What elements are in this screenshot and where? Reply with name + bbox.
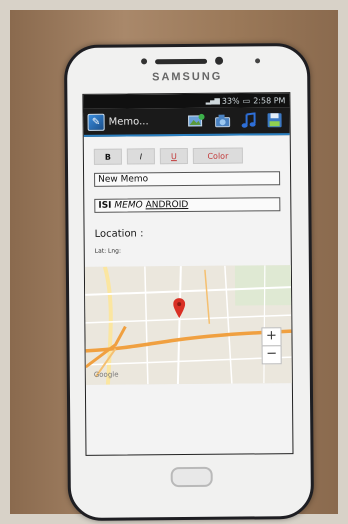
map-marker-icon[interactable] (173, 298, 186, 319)
underline-button[interactable]: U (159, 148, 188, 165)
save-floppy-icon (267, 113, 282, 128)
body-bold-text: ISI (98, 200, 112, 211)
google-attribution: Google (93, 370, 119, 379)
clock: 2:58 PM (253, 95, 286, 105)
sensor-icon (141, 58, 148, 65)
light-sensor-icon (255, 58, 261, 64)
memo-editor: B I U Color New Memo ISI MEMO ANDROID Lo… (84, 135, 292, 385)
location-heading: Location : (94, 228, 144, 240)
home-button[interactable] (170, 466, 213, 488)
earpiece-speaker (155, 58, 208, 65)
signal-icon: ▂▄▆ (205, 96, 219, 105)
save-button[interactable] (264, 110, 286, 130)
map-tiles (84, 265, 292, 385)
camera-icon (215, 114, 231, 128)
memo-body-input[interactable]: ISI MEMO ANDROID (94, 197, 281, 213)
zoom-out-button[interactable]: − (261, 345, 282, 365)
action-bar: ✎ Memo... (83, 107, 290, 137)
italic-button[interactable]: I (126, 148, 155, 165)
camera-button[interactable] (212, 111, 234, 131)
battery-icon: ▭ (242, 95, 251, 106)
phone-screen: ▂▄▆ 33% ▭ 2:58 PM ✎ Memo... B I U Color … (82, 92, 294, 456)
body-italic-text: MEMO (114, 200, 143, 211)
color-button[interactable]: Color (192, 147, 243, 164)
music-button[interactable] (238, 110, 260, 130)
memo-app-icon[interactable]: ✎ (87, 113, 105, 131)
music-note-icon (241, 112, 256, 128)
battery-percent: 33% (221, 96, 240, 106)
memo-title-input[interactable]: New Memo (94, 171, 281, 187)
body-underline-text: ANDROID (145, 200, 189, 211)
location-map[interactable]: + − Google (84, 265, 292, 385)
add-image-button[interactable] (186, 111, 208, 131)
format-toolbar: B I U Color (93, 147, 280, 165)
zoom-in-button[interactable]: + (261, 327, 282, 347)
app-title: Memo... (108, 115, 149, 128)
device-brand: SAMSUNG (152, 70, 223, 84)
bold-button[interactable]: B (93, 148, 122, 165)
front-camera-icon (215, 56, 224, 65)
phone-device: SAMSUNG ▂▄▆ 33% ▭ 2:58 PM ✎ Memo... B I … (63, 42, 315, 522)
add-image-icon (188, 113, 205, 127)
lat-lng-label: Lat: Lng: (94, 247, 122, 255)
